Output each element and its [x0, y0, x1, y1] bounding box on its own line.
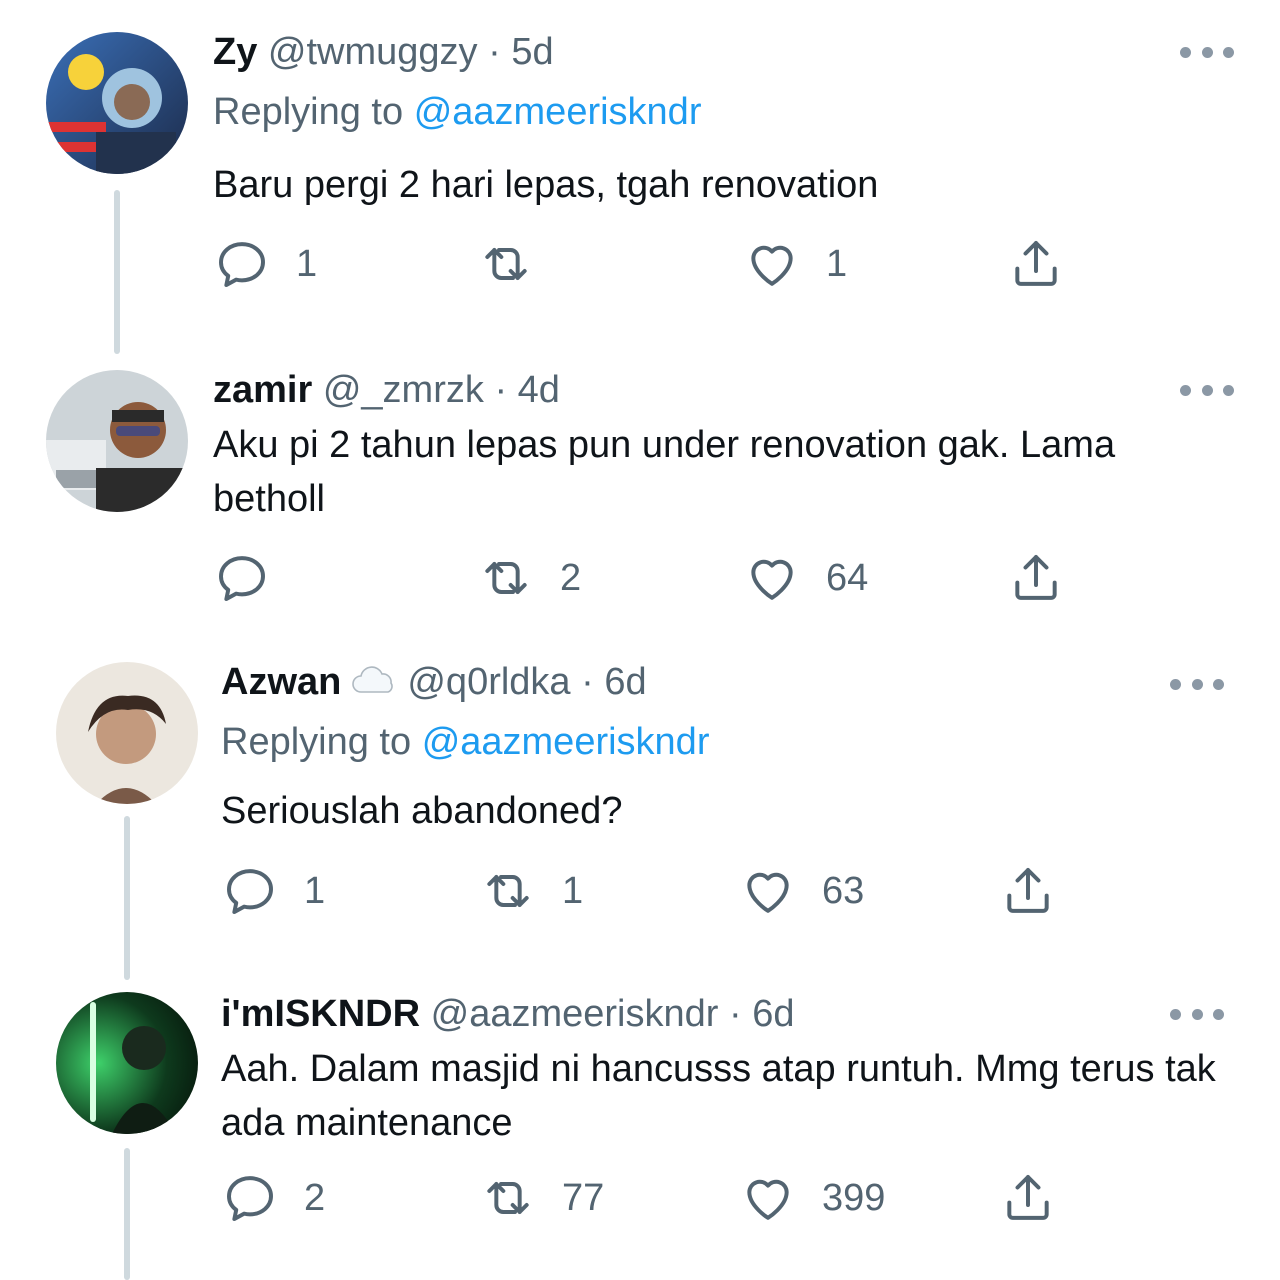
- replying-to-label: Replying to: [221, 721, 412, 763]
- like-icon: [751, 559, 793, 600]
- user-handle[interactable]: @_zmrzk: [323, 369, 484, 411]
- display-name[interactable]: Azwan: [221, 661, 341, 703]
- like-icon: [747, 1179, 789, 1220]
- reply-icon: [227, 869, 273, 914]
- share-icon: [1015, 555, 1057, 600]
- share-icon: [1007, 1175, 1049, 1220]
- avatar[interactable]: [46, 32, 188, 174]
- timestamp[interactable]: 6d: [604, 661, 646, 703]
- reply-icon: [219, 556, 265, 601]
- retweet-count: 2: [560, 556, 582, 599]
- more-icon[interactable]: [1180, 380, 1234, 400]
- thread-line: [124, 816, 130, 980]
- tweet-2[interactable]: zamir @_zmrzk · 4d Aku pi 2 tahun lepas …: [0, 360, 1280, 650]
- retweet-icon: [485, 248, 527, 280]
- like-count: 399: [822, 1176, 886, 1219]
- tweet-text: Aku pi 2 tahun lepas pun under renovatio…: [213, 424, 1116, 520]
- user-handle[interactable]: @aazmeeriskndr: [431, 993, 719, 1035]
- timestamp[interactable]: 4d: [518, 369, 560, 411]
- reply-button[interactable]: 1: [214, 234, 317, 294]
- reply-icon: [219, 242, 265, 287]
- retweet-button[interactable]: 2: [478, 548, 581, 608]
- share-icon: [1007, 868, 1049, 913]
- timestamp[interactable]: 6d: [752, 993, 794, 1035]
- reply-count: 2: [304, 1176, 326, 1219]
- mention-link[interactable]: @aazmeeriskndr: [414, 91, 702, 133]
- like-count: 63: [822, 869, 865, 912]
- user-handle[interactable]: @twmuggzy: [268, 31, 478, 73]
- replying-to-label: Replying to: [213, 91, 404, 133]
- like-count: 64: [826, 556, 869, 599]
- like-icon: [751, 245, 793, 286]
- thread-line: [114, 190, 120, 354]
- retweet-button[interactable]: 77: [480, 1168, 604, 1228]
- like-button[interactable]: 64: [744, 548, 868, 608]
- tweet-text: Aah. Dalam masjid ni hancusss atap runtu…: [221, 1048, 1216, 1144]
- share-icon: [1015, 241, 1057, 286]
- more-icon[interactable]: [1170, 1004, 1224, 1024]
- retweet-button[interactable]: [478, 234, 560, 294]
- share-button[interactable]: [1000, 1168, 1056, 1228]
- like-button[interactable]: 1: [744, 234, 847, 294]
- retweet-button[interactable]: 1: [480, 861, 583, 921]
- replying-to: Replying to @aazmeeriskndr: [221, 720, 709, 764]
- avatar[interactable]: [56, 662, 198, 804]
- mention-link[interactable]: @aazmeeriskndr: [422, 721, 710, 763]
- reply-button[interactable]: [214, 548, 296, 608]
- separator-dot: ·: [494, 369, 508, 411]
- display-name[interactable]: Zy: [213, 31, 257, 73]
- separator-dot: ·: [488, 31, 501, 73]
- thread-line: [124, 1148, 130, 1280]
- like-count: 1: [826, 242, 848, 285]
- display-name[interactable]: i'mISKNDR: [221, 993, 420, 1035]
- more-icon[interactable]: [1170, 674, 1224, 694]
- retweet-icon: [487, 875, 529, 907]
- avatar[interactable]: [56, 992, 198, 1134]
- reply-icon: [227, 1176, 273, 1221]
- avatar[interactable]: [46, 370, 188, 512]
- share-button[interactable]: [1000, 861, 1056, 921]
- retweet-icon: [487, 1182, 529, 1214]
- reply-count: 1: [304, 869, 326, 912]
- more-icon[interactable]: [1180, 42, 1234, 62]
- reply-count: 1: [296, 242, 318, 285]
- timestamp[interactable]: 5d: [511, 31, 553, 73]
- tweet-4[interactable]: i'mISKNDR @aazmeeriskndr · 6d Aah. Dalam…: [0, 980, 1280, 1280]
- reply-button[interactable]: 2: [222, 1168, 325, 1228]
- user-handle[interactable]: @q0rldka: [407, 661, 570, 703]
- separator-dot: ·: [581, 661, 594, 703]
- retweet-count: 1: [562, 869, 584, 912]
- retweet-count: 77: [562, 1176, 605, 1219]
- display-name[interactable]: zamir: [213, 369, 312, 411]
- tweet-header: zamir @_zmrzk · 4d: [213, 368, 560, 412]
- reply-button[interactable]: 1: [222, 861, 325, 921]
- tweet-3[interactable]: Azwan @q0rldka · 6d Replying to @aazmeeri…: [0, 650, 1280, 980]
- replying-to: Replying to @aazmeeriskndr: [213, 90, 701, 134]
- share-button[interactable]: [1008, 548, 1064, 608]
- tweet-header: Azwan @q0rldka · 6d: [221, 660, 647, 706]
- tweet-header: Zy @twmuggzy · 5d: [213, 30, 554, 74]
- separator-dot: ·: [728, 993, 742, 1035]
- like-icon: [747, 872, 789, 913]
- tweet-text: Seriouslah abandoned?: [221, 790, 623, 832]
- share-button[interactable]: [1008, 234, 1064, 294]
- tweet-text: Baru pergi 2 hari lepas, tgah renovation: [213, 164, 879, 206]
- cloud-emoji-icon: [349, 662, 397, 706]
- like-button[interactable]: 63: [740, 861, 864, 921]
- like-button[interactable]: 399: [740, 1168, 885, 1228]
- tweet-header: i'mISKNDR @aazmeeriskndr · 6d: [221, 992, 794, 1036]
- tweet-1[interactable]: Zy @twmuggzy · 5d Replying to @aazmeeris…: [0, 0, 1280, 360]
- retweet-icon: [485, 562, 527, 594]
